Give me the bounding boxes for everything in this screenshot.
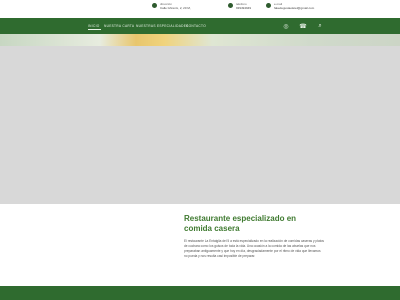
nav-icons: ◎ ☎ ⌕ (282, 22, 324, 30)
hero-banner (0, 34, 400, 204)
hero-image-strip (0, 34, 400, 46)
phone-info: teléfono 939494949 (228, 2, 251, 10)
phone-icon[interactable]: ☎ (299, 22, 307, 30)
intro-body: El restaurante La Entaiglia del 5 a está… (184, 239, 324, 258)
whatsapp-icon[interactable]: ◎ (282, 22, 290, 30)
active-nav-indicator (88, 29, 101, 30)
nav-item-contacto[interactable]: CONTACTO (186, 24, 206, 28)
address-value: Calle Ghrenix, 2, 20 M, (160, 6, 191, 10)
nav-item-inicio[interactable]: INICIO (88, 24, 100, 28)
top-info-bar: dirección Calle Ghrenix, 2, 20 M, teléfo… (0, 0, 400, 18)
nav-item-nuestra-carta[interactable]: NUESTRA CARTA (104, 24, 134, 28)
intro-section: Restaurante especializado en comida case… (0, 204, 400, 286)
intro-title: Restaurante especializado en comida case… (184, 214, 297, 233)
footer-bar (0, 286, 400, 300)
nav-item-nuestras-especialidades[interactable]: NUESTRAS ESPECIALIDADES (136, 24, 189, 28)
hero-overlay (0, 46, 400, 204)
search-icon[interactable]: ⌕ (316, 22, 324, 30)
main-navigation: INICIO NUESTRA CARTA NUESTRAS ESPECIALID… (0, 18, 400, 34)
mail-icon (266, 3, 271, 8)
email-value[interactable]: fakedegustaoletel@gmail.com (274, 6, 314, 10)
email-info: e-mail fakedegustaoletel@gmail.com (266, 2, 314, 10)
phone-value[interactable]: 939494949 (236, 6, 251, 10)
location-pin-icon (152, 3, 157, 8)
phone-icon (228, 3, 233, 8)
address-info: dirección Calle Ghrenix, 2, 20 M, (152, 2, 191, 10)
